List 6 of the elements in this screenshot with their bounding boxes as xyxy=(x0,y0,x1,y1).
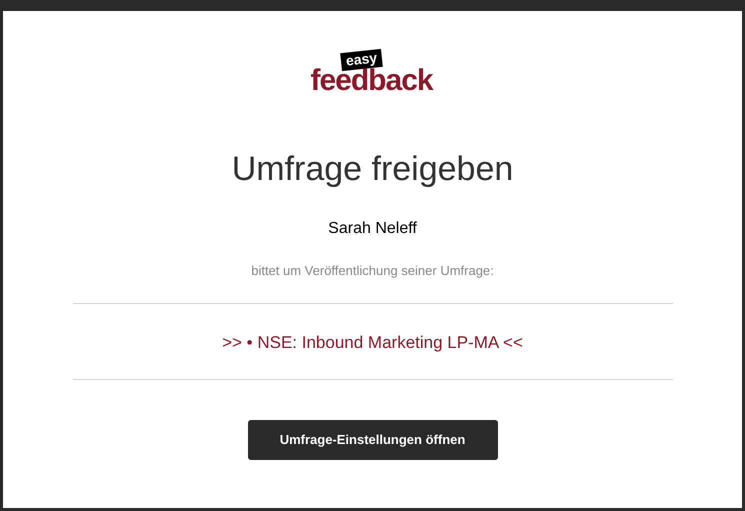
request-message: bittet um Veröffentlichung seiner Umfrage: xyxy=(251,262,494,280)
page-title: Umfrage freigeben xyxy=(232,149,514,189)
logo: easy feedback xyxy=(310,50,434,96)
survey-link[interactable]: >> • NSE: Inbound Marketing LP-MA << xyxy=(222,330,523,355)
open-settings-button[interactable]: Umfrage-Einstellungen öffnen xyxy=(248,420,498,460)
requester-name: Sarah Neleff xyxy=(328,219,417,239)
